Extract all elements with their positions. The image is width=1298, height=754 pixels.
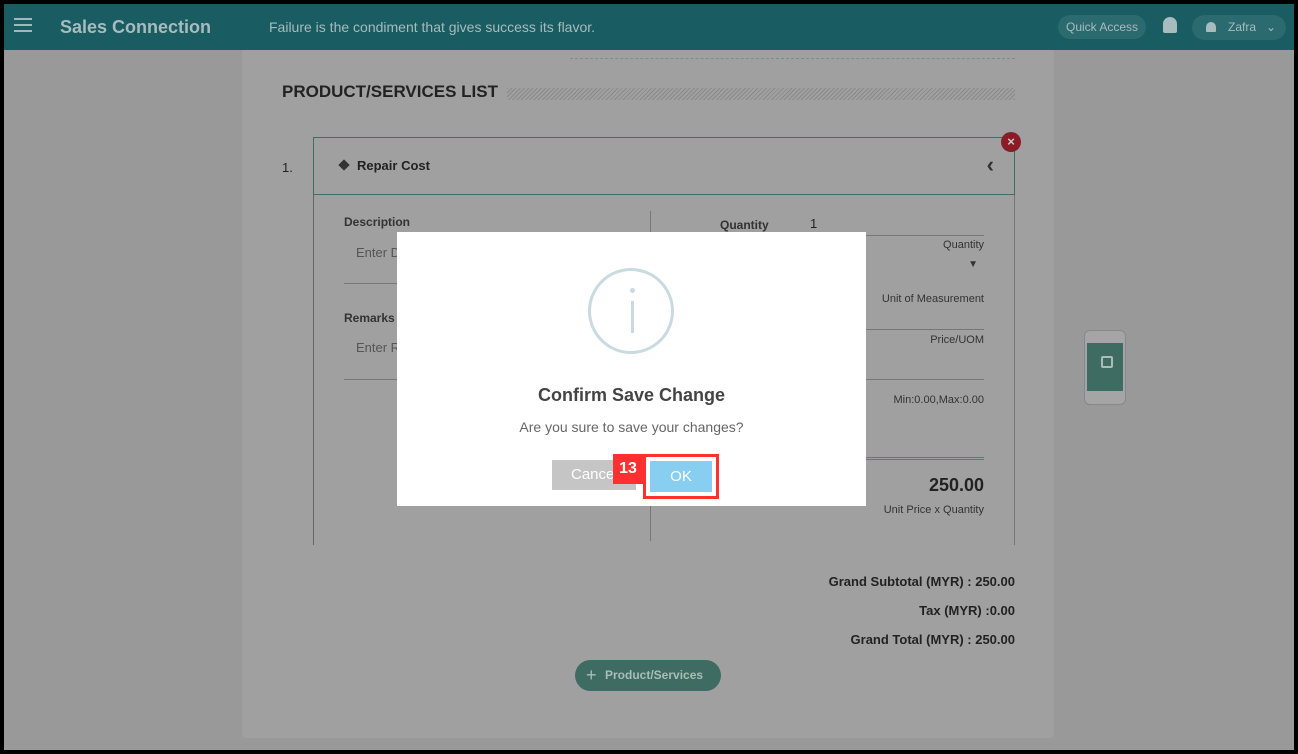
section-title: PRODUCT/SERVICES LIST	[282, 82, 498, 101]
price-range: Min:0.00,Max:0.00	[893, 394, 985, 406]
remove-item-button[interactable]: ×	[1001, 132, 1021, 152]
quick-access-button[interactable]: Quick Access	[1058, 15, 1147, 39]
menu-icon[interactable]	[14, 18, 32, 36]
annotation-badge: 13	[613, 454, 643, 484]
info-icon	[588, 268, 674, 354]
tax-total: Tax (MYR) :0.00	[919, 603, 1015, 618]
divider	[570, 58, 1015, 59]
user-menu[interactable]: Zafra ⌄	[1192, 15, 1286, 40]
save-icon	[1101, 356, 1113, 368]
grand-subtotal: Grand Subtotal (MYR) : 250.00	[828, 574, 1015, 589]
confirm-dialog: Confirm Save Change Are you sure to save…	[397, 232, 866, 506]
price-label: Price/UOM	[930, 334, 984, 346]
tag-icon	[338, 159, 350, 171]
remarks-label: Remarks	[344, 311, 395, 325]
dialog-title: Confirm Save Change	[537, 385, 726, 405]
item-header[interactable]: Repair Cost ‹	[313, 137, 1015, 195]
quantity-hint: Quantity	[943, 239, 984, 251]
user-name: Zafra	[1228, 20, 1257, 34]
remarks-input[interactable]: Enter R	[356, 340, 400, 355]
dialog-message: Are you sure to save your changes?	[519, 419, 744, 435]
uom-label: Unit of Measurement	[881, 293, 984, 305]
caret-down-icon[interactable]: ▼	[968, 259, 978, 270]
description-label: Description	[344, 215, 411, 229]
user-icon	[1206, 22, 1216, 32]
chevron-left-icon[interactable]: ‹	[987, 152, 994, 178]
item-number: 1.	[282, 160, 293, 175]
section-divider	[507, 88, 1015, 100]
add-product-label: Product/Services	[605, 668, 704, 682]
app-window: Sales Connection Failure is the condimen…	[4, 4, 1294, 750]
annotation-highlight: OK	[643, 454, 719, 499]
chevron-down-icon: ⌄	[1265, 20, 1276, 34]
floating-save-panel	[1084, 330, 1126, 405]
top-header: Sales Connection Failure is the condimen…	[4, 4, 1294, 50]
header-quote: Failure is the condiment that gives succ…	[269, 19, 596, 35]
bell-icon[interactable]	[1163, 17, 1177, 33]
plus-icon: +	[586, 665, 597, 685]
line-total: 250.00	[928, 475, 984, 495]
add-product-button[interactable]: + Product/Services	[575, 660, 721, 691]
quantity-value[interactable]: 1	[810, 216, 817, 231]
item-name: Repair Cost	[357, 158, 430, 173]
description-input[interactable]: Enter D	[356, 245, 400, 260]
app-title: Sales Connection	[60, 17, 212, 37]
grand-total: Grand Total (MYR) : 250.00	[850, 632, 1015, 647]
line-total-label: Unit Price x Quantity	[883, 504, 984, 516]
quantity-label: Quantity	[720, 218, 769, 232]
save-button[interactable]	[1087, 343, 1123, 391]
ok-button[interactable]: OK	[650, 461, 712, 492]
